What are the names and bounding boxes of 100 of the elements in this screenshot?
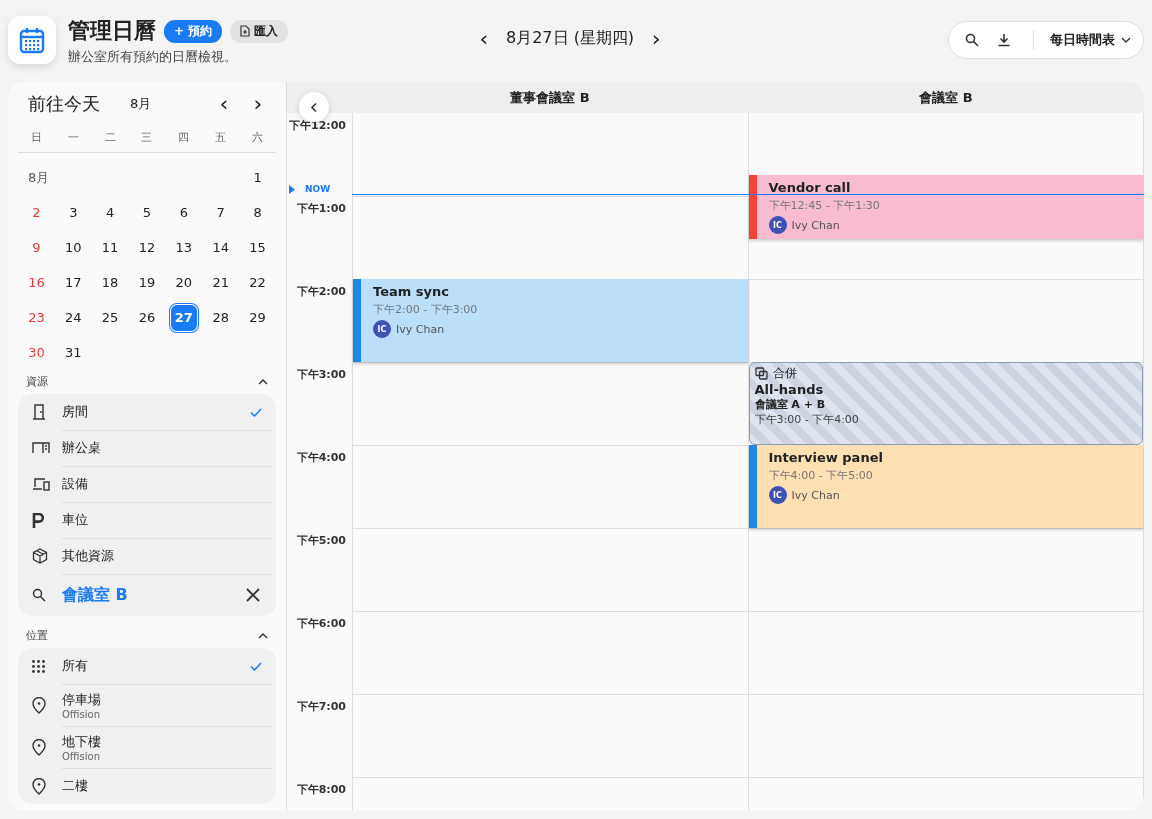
location-sublabel: Offision xyxy=(62,708,101,720)
previous-month-button[interactable]: ‹ xyxy=(216,94,232,114)
resource-item[interactable]: 設備 xyxy=(32,466,272,502)
month-label: 8月 xyxy=(130,95,153,113)
calendar-day[interactable]: 2 xyxy=(22,198,51,227)
chevron-down-icon xyxy=(1121,37,1131,43)
merged-tag: 合併 xyxy=(772,365,797,382)
app-icon xyxy=(8,16,56,64)
weekday-label: 五 xyxy=(215,130,227,145)
parking-icon xyxy=(32,512,44,528)
chevron-left-icon xyxy=(310,101,318,113)
calendar-day[interactable]: 6 xyxy=(169,198,198,227)
hour-label: 下午7:00 xyxy=(296,700,346,713)
calendar-day[interactable]: 27 xyxy=(169,303,198,332)
event-card[interactable]: Interview panel 下午4:00 - 下午5:00 IC Ivy Chan xyxy=(748,445,1143,528)
calendar-day[interactable]: 21 xyxy=(206,268,235,297)
event-time: 下午12:45 - 下午1:30 xyxy=(768,198,881,214)
resource-search-field[interactable]: 會議室 B xyxy=(62,585,246,605)
section-title: 資源 xyxy=(26,374,48,389)
weekday-label: 三 xyxy=(141,130,153,145)
resource-item[interactable]: 辦公桌 xyxy=(32,430,272,466)
go-to-today-button[interactable]: 前往今天 xyxy=(28,92,100,116)
calendar-day[interactable]: 18 xyxy=(96,268,125,297)
hour-label: 下午5:00 xyxy=(296,534,346,547)
view-dropdown[interactable]: 每日時間表 xyxy=(1050,31,1131,49)
resource-item[interactable]: 車位 xyxy=(32,502,272,538)
calendar-day[interactable]: 25 xyxy=(96,303,125,332)
location-pin-icon xyxy=(32,738,46,756)
location-item[interactable]: 二樓 xyxy=(32,768,272,804)
calendar-day[interactable]: 1 xyxy=(243,163,272,192)
calendar-day[interactable]: 30 xyxy=(22,338,51,367)
location-item[interactable]: 地下樓 Offision xyxy=(32,726,272,768)
grid-icon xyxy=(32,659,45,673)
calendar-day[interactable]: 22 xyxy=(243,268,272,297)
person-name: Ivy Chan xyxy=(791,218,840,232)
person-name: Ivy Chan xyxy=(396,322,445,336)
calendar-day[interactable]: 23 xyxy=(22,303,51,332)
resource-item[interactable]: 其他資源 xyxy=(32,538,272,574)
hour-label: 下午3:00 xyxy=(296,368,346,381)
next-month-button[interactable]: › xyxy=(250,94,266,114)
book-button[interactable]: + 預約 xyxy=(164,19,223,43)
page-subtitle: 辦公室所有預約的日曆檢視。 xyxy=(68,48,238,66)
hour-label: 下午1:00 xyxy=(296,202,346,215)
calendar-day[interactable]: 4 xyxy=(96,198,125,227)
calendar-day[interactable]: 16 xyxy=(22,268,51,297)
file-add-icon xyxy=(240,25,251,37)
calendar-day[interactable]: 24 xyxy=(59,303,88,332)
calendar-day[interactable]: 28 xyxy=(206,303,235,332)
next-day-button[interactable]: › xyxy=(648,28,665,49)
calendar-day[interactable]: 11 xyxy=(96,233,125,262)
now-label: NOW xyxy=(305,184,331,194)
clear-icon[interactable] xyxy=(246,588,260,602)
resource-label: 其他資源 xyxy=(62,547,115,565)
hour-label: 下午8:00 xyxy=(296,783,346,796)
calendar-day[interactable]: 7 xyxy=(206,198,235,227)
collapse-icon[interactable] xyxy=(258,632,268,639)
column-header: 會議室 B xyxy=(918,89,974,107)
calendar-day[interactable]: 12 xyxy=(133,233,161,262)
location-item[interactable]: 停車場 Offision xyxy=(32,684,272,726)
calendar-day[interactable]: 19 xyxy=(133,268,161,297)
resource-label: 設備 xyxy=(62,475,89,493)
calendar-day[interactable]: 5 xyxy=(133,198,161,227)
event-rooms: 會議室 A + B xyxy=(754,397,827,412)
event-time: 下午3:00 - 下午4:00 xyxy=(754,412,860,427)
location-label: 停車場 xyxy=(62,690,102,709)
calendar-day[interactable]: 31 xyxy=(59,338,88,367)
import-button[interactable]: 匯入 xyxy=(230,19,289,43)
calendar-day[interactable]: 29 xyxy=(243,303,272,332)
location-item[interactable]: 所有 xyxy=(32,648,272,684)
collapse-sidebar-button[interactable] xyxy=(299,92,329,122)
column-header: 董事會議室 B xyxy=(509,89,591,107)
event-card[interactable]: Team sync 下午2:00 - 下午3:00 IC Ivy Chan xyxy=(353,279,748,362)
previous-day-button[interactable]: ‹ xyxy=(476,28,492,49)
event-time: 下午4:00 - 下午5:00 xyxy=(768,468,874,483)
calendar-day[interactable]: 20 xyxy=(169,268,198,297)
calendar-day[interactable]: 17 xyxy=(59,268,88,297)
devices-icon xyxy=(32,477,50,491)
desk-icon xyxy=(32,442,50,454)
event-card[interactable]: Vendor call 下午12:45 - 下午1:30 IC Ivy Chan xyxy=(748,175,1143,240)
merged-event-card[interactable]: 合併 All-hands 會議室 A + B 下午3:00 - 下午4:00 xyxy=(748,362,1143,445)
calendar-day[interactable]: 9 xyxy=(22,233,51,262)
weekday-label: 六 xyxy=(252,130,264,145)
calendar-day[interactable]: 14 xyxy=(206,233,235,262)
hour-label: 下午2:00 xyxy=(296,285,346,298)
location-label: 地下樓 xyxy=(62,732,102,751)
merge-icon xyxy=(754,367,768,380)
collapse-icon[interactable] xyxy=(258,378,268,385)
hour-label: 下午4:00 xyxy=(296,451,346,464)
event-title: Vendor call xyxy=(768,180,852,196)
calendar-day[interactable]: 13 xyxy=(169,233,198,262)
avatar: IC xyxy=(373,320,391,338)
event-title: All-hands xyxy=(754,382,825,397)
calendar-day[interactable]: 8 xyxy=(243,198,272,227)
calendar-day[interactable]: 3 xyxy=(59,198,88,227)
weekday-label: 四 xyxy=(178,130,190,145)
calendar-day[interactable]: 26 xyxy=(133,303,161,332)
calendar-day[interactable]: 15 xyxy=(243,233,272,262)
weekday-label: 日 xyxy=(30,130,42,145)
resource-item[interactable]: 房間 xyxy=(32,394,272,430)
calendar-day[interactable]: 10 xyxy=(59,233,88,262)
